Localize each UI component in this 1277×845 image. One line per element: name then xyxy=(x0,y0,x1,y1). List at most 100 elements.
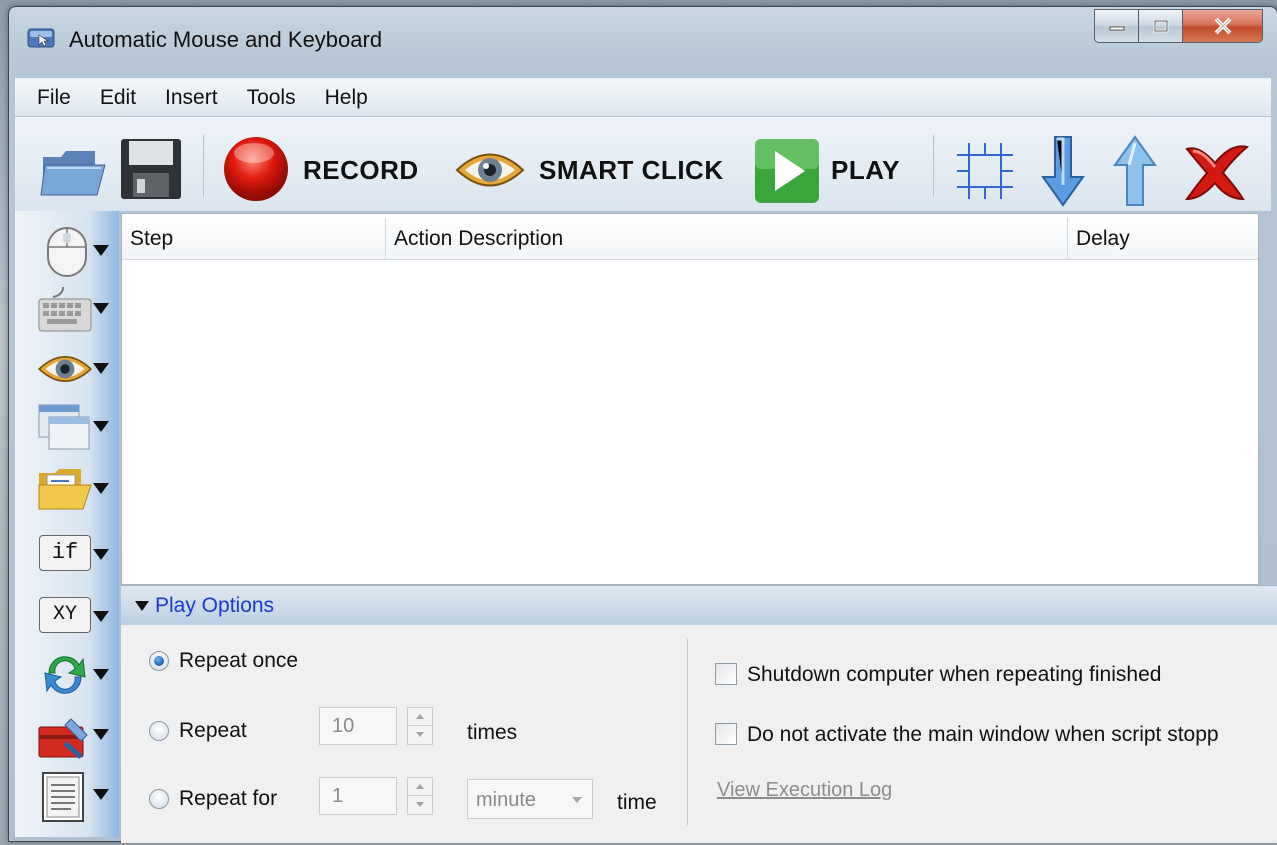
chevron-down-icon[interactable] xyxy=(93,421,109,432)
toolbar-separator xyxy=(933,135,935,197)
menu-insert[interactable]: Insert xyxy=(165,86,218,110)
chevron-down-icon[interactable] xyxy=(93,483,109,494)
play-button[interactable]: PLAY xyxy=(753,137,913,205)
play-options-header[interactable]: Play Options xyxy=(121,585,1277,625)
stepper-up-icon[interactable] xyxy=(408,778,432,796)
action-panel: if XY xyxy=(15,211,119,837)
select-area-icon[interactable] xyxy=(953,139,1017,203)
folder-icon xyxy=(38,469,92,510)
restore-icon xyxy=(1153,19,1168,33)
app-window: Automatic Mouse and Keyboard File Edit I… xyxy=(8,6,1277,843)
column-step[interactable]: Step xyxy=(122,218,386,260)
repeat-count-input[interactable]: 10 xyxy=(319,707,397,745)
record-icon xyxy=(224,137,288,201)
title-bar[interactable]: Automatic Mouse and Keyboard xyxy=(9,7,1277,71)
stepper-down-icon[interactable] xyxy=(408,726,432,744)
menu-bar: File Edit Insert Tools Help xyxy=(15,78,1271,116)
eye-icon xyxy=(455,153,525,187)
repeat-for-input[interactable]: 1 xyxy=(319,777,397,815)
play-icon xyxy=(755,139,819,203)
chevron-down-icon[interactable] xyxy=(93,303,109,314)
chevron-down-icon[interactable] xyxy=(93,363,109,374)
file-action-button[interactable] xyxy=(29,461,113,517)
keyboard-action-button[interactable] xyxy=(29,281,113,337)
time-label: time xyxy=(617,791,657,814)
keyboard-icon xyxy=(38,286,92,332)
repeat-once-label: Repeat once xyxy=(179,649,299,672)
chevron-down-icon[interactable] xyxy=(93,729,109,740)
record-label: RECORD xyxy=(303,155,419,185)
column-delay[interactable]: Delay xyxy=(1068,218,1260,260)
chevron-down-icon xyxy=(572,797,582,803)
repeat-for-stepper[interactable] xyxy=(407,777,433,815)
maximize-button[interactable] xyxy=(1139,9,1183,43)
script-action-button[interactable] xyxy=(29,767,113,823)
document-icon xyxy=(42,772,84,822)
app-icon xyxy=(27,28,55,48)
window-title: Automatic Mouse and Keyboard xyxy=(69,27,383,52)
smart-click-action-button[interactable] xyxy=(29,341,113,397)
delete-icon[interactable] xyxy=(1181,139,1251,203)
shutdown-label: Shutdown computer when repeating finishe… xyxy=(747,663,1162,686)
menu-tools[interactable]: Tools xyxy=(247,86,296,110)
repeat-once-radio[interactable] xyxy=(149,651,169,671)
actions-table[interactable]: Step Action Description Delay xyxy=(121,213,1259,585)
repeat-radio[interactable] xyxy=(149,721,169,741)
toolbox-icon xyxy=(38,718,88,759)
chevron-down-icon[interactable] xyxy=(93,669,109,680)
repeat-label: Repeat xyxy=(179,719,247,742)
save-icon[interactable] xyxy=(119,137,183,201)
window-icon xyxy=(38,404,90,450)
move-down-icon[interactable] xyxy=(1039,135,1087,207)
repeat-count-stepper[interactable] xyxy=(407,707,433,745)
chevron-down-icon[interactable] xyxy=(93,789,109,800)
minimize-icon xyxy=(1109,26,1124,31)
view-execution-log-link[interactable]: View Execution Log xyxy=(717,779,892,802)
record-button[interactable]: RECORD xyxy=(221,133,431,203)
chevron-down-icon[interactable] xyxy=(93,549,109,560)
shutdown-checkbox[interactable] xyxy=(715,663,737,685)
minimize-button[interactable] xyxy=(1094,9,1139,43)
mouse-action-button[interactable] xyxy=(29,223,113,279)
no-activate-checkbox[interactable] xyxy=(715,723,737,745)
repeat-action-button[interactable] xyxy=(29,647,113,703)
window-action-button[interactable] xyxy=(29,399,113,455)
menu-edit[interactable]: Edit xyxy=(100,86,136,110)
open-folder-icon[interactable] xyxy=(39,143,107,199)
smart-click-label: SMART CLICK xyxy=(539,155,724,185)
stepper-up-icon[interactable] xyxy=(408,708,432,726)
mouse-icon xyxy=(47,227,87,277)
move-up-icon[interactable] xyxy=(1111,135,1159,207)
play-options-panel: Repeat once Repeat 10 times Repeat for 1… xyxy=(121,625,1277,843)
collapse-triangle-icon[interactable] xyxy=(135,601,149,611)
play-label: PLAY xyxy=(831,155,900,185)
repeat-for-radio[interactable] xyxy=(149,789,169,809)
close-icon xyxy=(1214,17,1231,35)
column-action-description[interactable]: Action Description xyxy=(386,218,1068,260)
chevron-down-icon[interactable] xyxy=(93,245,109,256)
no-activate-label: Do not activate the main window when scr… xyxy=(747,723,1219,746)
stepper-down-icon[interactable] xyxy=(408,796,432,814)
play-options-title[interactable]: Play Options xyxy=(155,594,274,618)
toolbar: RECORD SMART CLICK PLAY xyxy=(15,117,1271,211)
table-header: Step Action Description Delay xyxy=(122,218,1258,260)
xy-coordinate-button[interactable]: XY xyxy=(29,589,113,645)
refresh-icon xyxy=(44,656,86,694)
time-unit-select[interactable]: minute xyxy=(467,779,593,819)
chevron-down-icon[interactable] xyxy=(93,611,109,622)
tools-action-button[interactable] xyxy=(29,707,113,763)
if-icon: if xyxy=(39,535,91,571)
if-condition-button[interactable]: if xyxy=(29,527,113,583)
eye-icon xyxy=(38,356,92,382)
times-label: times xyxy=(467,721,518,744)
repeat-for-label: Repeat for xyxy=(179,787,278,810)
close-button[interactable] xyxy=(1183,9,1263,43)
options-divider xyxy=(687,639,688,825)
xy-icon: XY xyxy=(39,597,91,633)
toolbar-separator xyxy=(203,135,205,197)
menu-help[interactable]: Help xyxy=(325,86,368,110)
menu-file[interactable]: File xyxy=(37,86,71,110)
time-unit-value: minute xyxy=(476,789,537,811)
smart-click-button[interactable]: SMART CLICK xyxy=(455,143,745,199)
window-controls xyxy=(1094,9,1263,43)
